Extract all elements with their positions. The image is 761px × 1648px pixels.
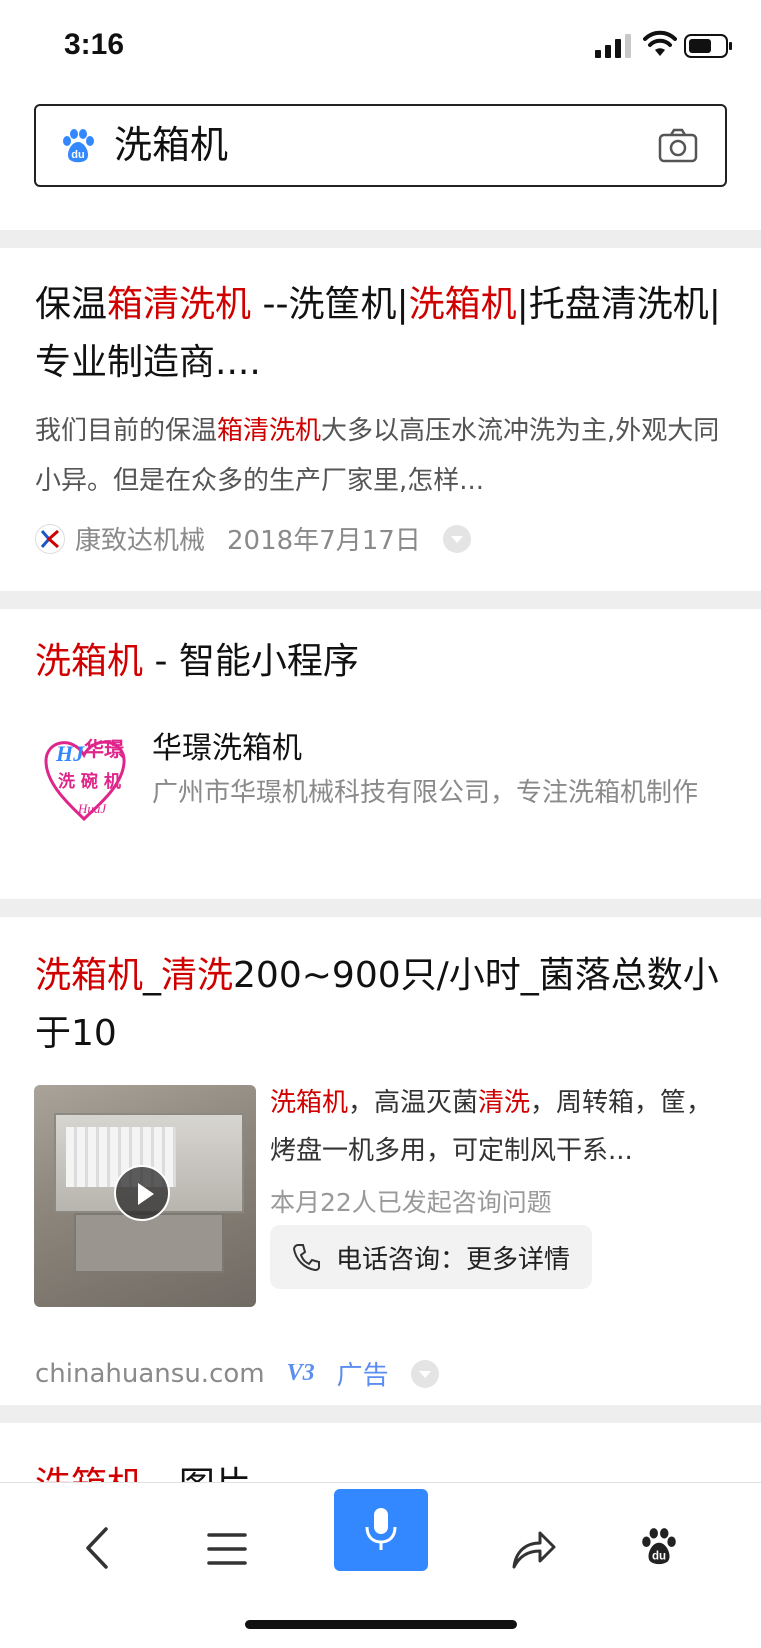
voice-search-button[interactable]	[334, 1489, 428, 1571]
result-title[interactable]: 保温箱清洗机 --洗筐机|洗箱机|托盘清洗机|专业制造商....	[35, 276, 725, 392]
ad-domain: chinahuansu.com	[35, 1358, 265, 1389]
search-input[interactable]: du 洗箱机	[34, 104, 727, 187]
mini-program-desc: 广州市华璟机械科技有限公司，专注洗箱机制作	[152, 778, 699, 808]
v3-badge-icon: V3	[286, 1360, 315, 1386]
search-result-3-ad[interactable]: 洗箱机_清洗200~900只/小时_菌落总数小于10 洗箱机，高温灭菌清洗，周转…	[0, 917, 761, 1405]
home-indicator	[245, 1620, 517, 1629]
camera-icon[interactable]	[657, 126, 699, 166]
text-segment: --洗筐机|	[251, 284, 409, 325]
consult-count: 本月22人已发起咨询问题	[270, 1188, 552, 1217]
search-result-1[interactable]: 保温箱清洗机 --洗筐机|洗箱机|托盘清洗机|专业制造商.... 我们目前的保温…	[0, 248, 761, 588]
result-title[interactable]: 洗箱机 - 图片	[35, 1457, 725, 1483]
machine-base	[74, 1213, 224, 1273]
text-highlight: 箱清洗机	[107, 284, 252, 325]
search-query[interactable]: 洗箱机	[114, 122, 228, 168]
menu-icon[interactable]	[206, 1529, 248, 1569]
text-highlight: 清洗	[161, 955, 234, 996]
back-icon[interactable]	[78, 1523, 118, 1573]
svg-text:du: du	[652, 1551, 666, 1563]
site-logo-icon	[35, 523, 65, 554]
title-rest: - 智能小程序	[143, 641, 359, 682]
ad-meta: chinahuansu.com V3 广告	[35, 1355, 439, 1392]
result-date: 2018年7月17日	[227, 526, 421, 556]
wifi-icon	[643, 30, 677, 56]
status-bar: 3:16	[0, 0, 761, 90]
result-title[interactable]: 洗箱机_清洗200~900只/小时_菌落总数小于10	[35, 947, 725, 1063]
ad-description: 洗箱机，高温灭菌清洗，周转箱，筐，烤盘一机多用，可定制风干系...	[270, 1079, 730, 1175]
logo-signature: HuaJ	[78, 801, 107, 816]
text-highlight: 洗箱机	[270, 1088, 349, 1118]
video-thumbnail[interactable]	[34, 1085, 256, 1307]
section-divider	[0, 230, 761, 248]
share-icon[interactable]	[510, 1525, 558, 1571]
baidu-home-icon[interactable]: du	[638, 1525, 680, 1569]
text-highlight: 洗箱机	[35, 955, 144, 996]
phone-consult-label: 电话咨询：更多详情	[336, 1244, 571, 1275]
text-highlight: 清洗	[478, 1088, 531, 1118]
text-segment: _	[143, 955, 162, 996]
text-segment: 保温	[35, 284, 108, 325]
logo-text-huajing: 华璟	[84, 737, 124, 761]
result-abstract: 我们目前的保温箱清洗机大多以高压水流冲洗为主,外观大同小异。但是在众多的生产厂家…	[35, 406, 725, 506]
search-result-2[interactable]: 洗箱机 - 智能小程序 HJ 华璟 洗 碗 机 HuaJ 华璟洗箱机 广州市华璟…	[0, 609, 761, 899]
logo-text-product: 洗 碗 机	[58, 772, 121, 792]
ad-label: 广告	[336, 1361, 389, 1391]
phone-consult-button[interactable]: 电话咨询：更多详情	[270, 1225, 593, 1289]
text-segment: 我们目前的保温	[35, 416, 218, 446]
play-button-icon[interactable]	[114, 1165, 170, 1221]
result-title[interactable]: 洗箱机 - 智能小程序	[35, 633, 725, 691]
text-highlight: 洗箱机	[408, 284, 517, 325]
search-result-4[interactable]: 洗箱机 - 图片	[0, 1423, 761, 1483]
text-segment: ，高温灭菌	[348, 1088, 479, 1118]
text-highlight: 箱清洗机	[217, 416, 322, 446]
dropdown-icon[interactable]	[442, 524, 471, 553]
section-divider	[0, 591, 761, 609]
title-highlight: 洗箱机	[35, 1465, 143, 1483]
title-rest: - 图片	[143, 1465, 250, 1483]
section-divider	[0, 1405, 761, 1423]
svg-text:du: du	[71, 149, 84, 161]
dropdown-icon[interactable]	[410, 1359, 439, 1388]
baidu-paw-icon: du	[63, 129, 94, 163]
svg-text:HJ: HJ	[55, 741, 85, 766]
microphone-icon	[365, 1508, 397, 1550]
mini-program-logo[interactable]: HJ 华璟 洗 碗 机 HuaJ	[34, 721, 140, 827]
battery-icon	[684, 34, 732, 58]
result-source: 康致达机械	[75, 526, 206, 556]
title-highlight: 洗箱机	[35, 641, 144, 682]
result-meta: 康致达机械 2018年7月17日	[35, 520, 471, 557]
section-divider	[0, 899, 761, 917]
phone-icon	[292, 1244, 320, 1272]
signal-icon	[595, 34, 631, 58]
status-time: 3:16	[64, 28, 125, 61]
mini-program-name[interactable]: 华璟洗箱机	[152, 723, 302, 767]
